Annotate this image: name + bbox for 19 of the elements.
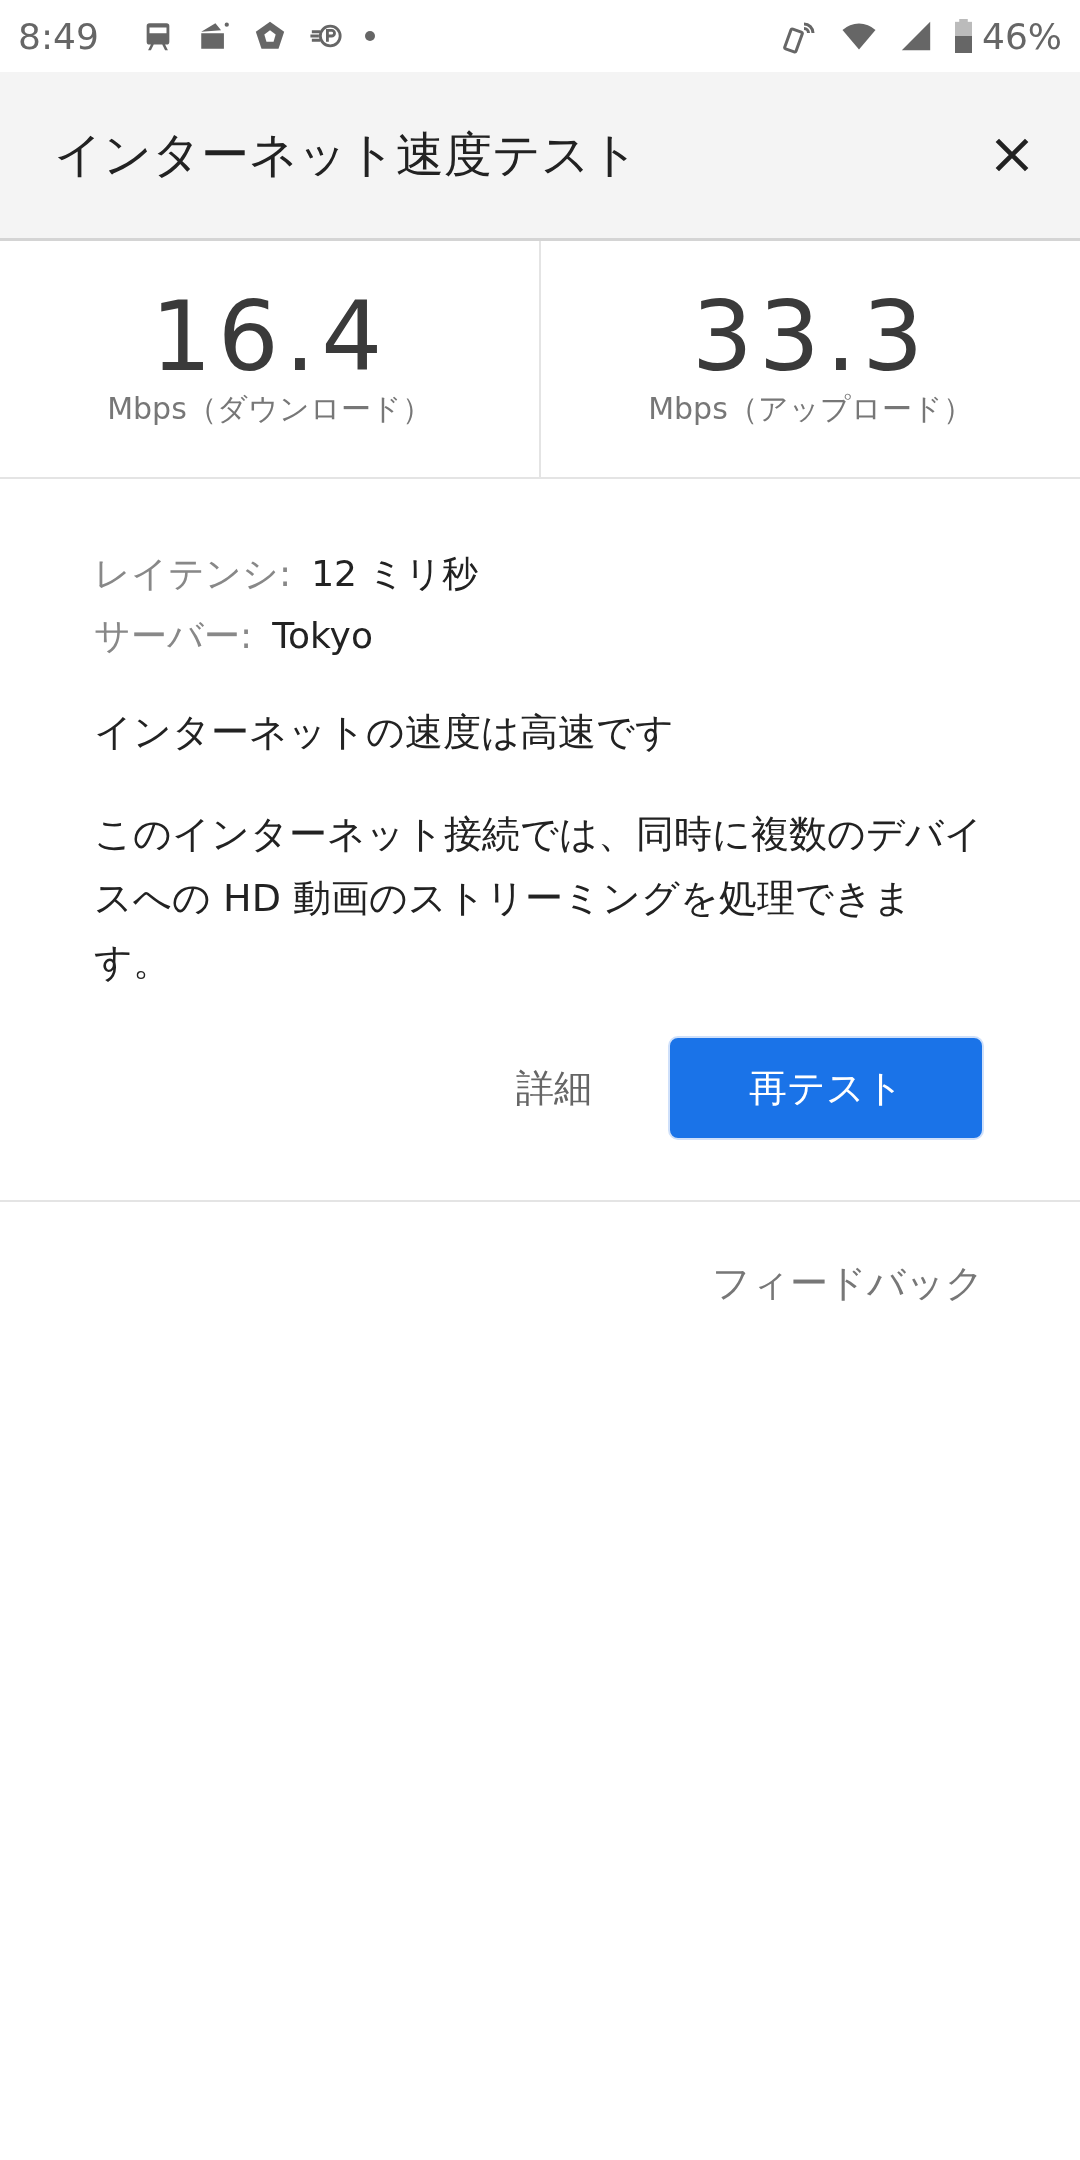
- dialog-title: インターネット速度テスト: [54, 125, 639, 184]
- detail-value: Tokyo: [272, 614, 373, 658]
- battery-icon: [955, 19, 972, 53]
- speed-value: 33.3: [691, 288, 930, 385]
- battery-percentage: 46%: [982, 15, 1062, 57]
- detail-label: サーバー:: [94, 614, 253, 658]
- result-description: このインターネット接続では、同時に複数のデバイスへの HD 動画のストリーミングを処理できます。: [94, 811, 984, 986]
- speed-unit: Mbps（アップロード）: [648, 389, 973, 428]
- status-time: 8:49: [18, 15, 99, 57]
- feedback-link[interactable]: フィードバック: [712, 1258, 984, 1309]
- speed-unit: Mbps（ダウンロード）: [107, 389, 432, 428]
- result-heading: インターネットの速度は高速です: [94, 709, 675, 756]
- cell-signal-icon: [899, 19, 933, 53]
- dot-icon: [364, 31, 375, 41]
- detail-value: 12 ミリ秒: [311, 552, 479, 596]
- retest-button[interactable]: 再テスト: [668, 1036, 984, 1140]
- details-button[interactable]: 詳細: [510, 1061, 598, 1115]
- speed-value: 16.4: [150, 288, 389, 385]
- detail-label: レイテンシ:: [94, 552, 292, 596]
